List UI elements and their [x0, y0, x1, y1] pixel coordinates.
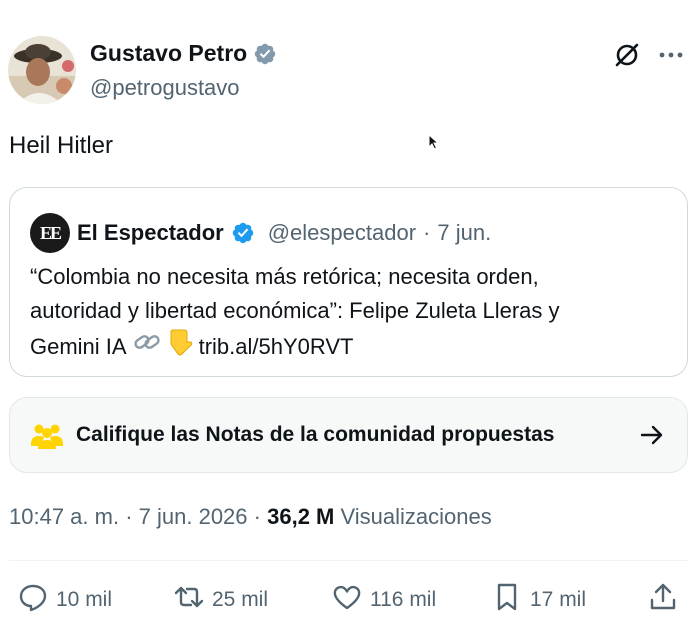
like-count: 116 mil	[370, 588, 437, 611]
quoted-tweet-header: EE El Espectador @elespectador · 7 jun.	[30, 213, 491, 253]
quoted-body: “Colombia no necesita más retórica; nece…	[30, 260, 670, 366]
action-bar: 10 mil 25 mil 116 mil 17 mil	[18, 582, 682, 622]
verified-badge-icon[interactable]	[253, 42, 277, 66]
bookmark-button[interactable]: 17 mil	[492, 582, 586, 618]
share-button[interactable]	[648, 582, 678, 618]
community-notes-label: Califique las Notas de la comunidad prop…	[76, 423, 555, 446]
pointing-down-emoji-icon	[167, 328, 193, 366]
repost-icon	[174, 582, 204, 618]
arrow-right-icon[interactable]	[639, 422, 665, 448]
quoted-body-line: autoridad y libertad económica”: Felipe …	[30, 298, 560, 323]
author-name[interactable]: Gustavo Petro	[90, 40, 247, 67]
author-handle[interactable]: @petrogustavo	[90, 75, 277, 101]
meta-separator: ·	[125, 504, 133, 529]
quoted-author-handle[interactable]: @elespectador	[268, 220, 416, 246]
author-block: Gustavo Petro @petrogustavo	[90, 40, 277, 101]
divider	[9, 560, 688, 561]
avatar[interactable]	[8, 36, 76, 104]
meta-separator: ·	[253, 504, 261, 529]
bookmark-icon	[492, 582, 522, 618]
quoted-avatar-logo[interactable]: EE	[30, 213, 70, 253]
share-icon	[648, 582, 678, 618]
repost-button[interactable]: 25 mil	[174, 582, 268, 618]
community-notes-banner[interactable]: Califique las Notas de la comunidad prop…	[9, 397, 688, 473]
repost-count: 25 mil	[212, 588, 269, 611]
tweet-time[interactable]: 10:47 a. m.	[9, 504, 119, 529]
quoted-tweet[interactable]: EE El Espectador @elespectador · 7 jun. …	[9, 187, 688, 377]
bookmark-count: 17 mil	[530, 588, 587, 611]
quoted-link[interactable]: trib.al/5hY0RVT	[199, 330, 354, 364]
reply-button[interactable]: 10 mil	[18, 582, 112, 618]
link-emoji-icon	[133, 330, 161, 364]
reply-count: 10 mil	[56, 588, 113, 611]
more-icon[interactable]	[656, 40, 686, 70]
mouse-cursor-icon	[428, 133, 440, 150]
heart-icon	[332, 582, 362, 618]
quoted-body-text: Gemini IA	[30, 334, 127, 359]
views-count: 36,2 M	[267, 504, 335, 529]
grok-icon[interactable]	[612, 40, 642, 70]
views-label: Visualizaciones	[340, 504, 492, 529]
quoted-body-line: Gemini IA trib.al/5hY0RVT	[30, 328, 670, 366]
quoted-verified-badge-icon	[231, 221, 255, 245]
quoted-separator: ·	[423, 220, 431, 245]
people-icon	[30, 420, 64, 450]
quoted-date[interactable]: 7 jun.	[437, 220, 491, 246]
quoted-author-name[interactable]: El Espectador	[77, 220, 224, 246]
reply-icon	[18, 582, 48, 618]
quoted-body-line: “Colombia no necesita más retórica; nece…	[30, 264, 539, 289]
like-button[interactable]: 116 mil	[332, 582, 436, 618]
tweet-text: Heil Hitler	[9, 132, 114, 159]
tweet-meta: 10:47 a. m. · 7 jun. 2026 · 36,2 M Visua…	[9, 504, 492, 530]
tweet-header: Gustavo Petro @petrogustavo	[8, 36, 688, 106]
tweet-date[interactable]: 7 jun. 2026	[139, 504, 248, 529]
